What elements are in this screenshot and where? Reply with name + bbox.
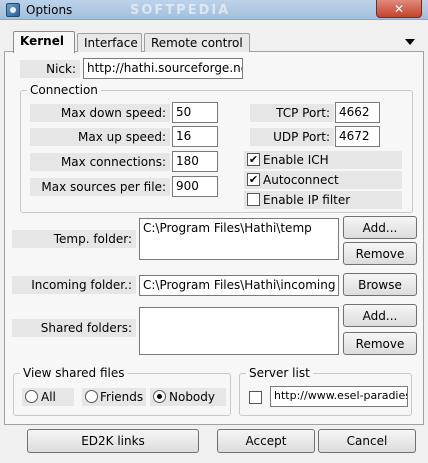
watermark-text: SOFTPEDIA (130, 3, 231, 18)
accept-button[interactable]: Accept (217, 429, 315, 453)
max-up-input[interactable]: 16 (172, 126, 218, 147)
max-sources-input[interactable]: 900 (172, 176, 218, 197)
autoconnect-label: Autoconnect (263, 173, 339, 187)
max-sources-label: Max sources per file: (30, 178, 170, 196)
temp-folder-label: Temp. folder: (12, 230, 136, 248)
shared-folders-list[interactable] (139, 307, 339, 355)
server-list-input[interactable]: http://www.esel-paradies.de (270, 386, 408, 407)
chevron-down-icon[interactable] (404, 36, 416, 48)
close-icon: ✕ (393, 1, 405, 16)
radio-all-label: All (41, 390, 56, 404)
temp-folder-input[interactable]: C:\Program Files\Hathi\temp (139, 218, 339, 260)
server-list-checkbox[interactable] (249, 391, 262, 404)
enable-ich-label: Enable ICH (263, 153, 329, 167)
nick-input[interactable]: http://hathi.sourceforge.net (83, 58, 243, 79)
udp-port-label: UDP Port: (250, 128, 334, 146)
connection-group-label: Connection (27, 83, 101, 97)
radio-all[interactable] (25, 390, 38, 403)
enable-ip-filter-checkbox[interactable] (247, 193, 260, 206)
temp-add-button[interactable]: Add... (343, 216, 417, 239)
radio-nobody-label: Nobody (169, 390, 215, 404)
max-connections-label: Max connections: (30, 153, 170, 171)
shared-remove-button[interactable]: Remove (343, 332, 417, 355)
radio-friends[interactable] (85, 390, 98, 403)
tab-kernel[interactable]: Kernel (13, 31, 75, 53)
ed2k-links-button[interactable]: ED2K links (27, 429, 199, 453)
close-button[interactable]: ✕ (376, 0, 422, 18)
enable-ip-filter-label: Enable IP filter (263, 193, 351, 207)
tab-remote-control[interactable]: Remote control (144, 33, 250, 52)
max-connections-input[interactable]: 180 (172, 151, 218, 172)
view-shared-group-label: View shared files (20, 366, 128, 380)
incoming-folder-input[interactable]: C:\Program Files\Hathi\incoming (139, 275, 339, 296)
autoconnect-checkbox[interactable]: ✔ (247, 173, 260, 186)
shared-folders-label: Shared folders: (12, 319, 136, 337)
server-list-group-label: Server list (246, 366, 313, 380)
incoming-folder-label: Incoming folder.: (12, 276, 136, 294)
tab-interface[interactable]: Interface (77, 33, 142, 52)
enable-ich-checkbox[interactable]: ✔ (247, 153, 260, 166)
max-down-input[interactable]: 50 (172, 102, 218, 123)
tcp-port-label: TCP Port: (250, 104, 334, 122)
tcp-port-input[interactable]: 4662 (335, 102, 380, 123)
incoming-browse-button[interactable]: Browse (343, 273, 417, 296)
window-title: Options (26, 3, 73, 17)
radio-friends-label: Friends (100, 390, 144, 404)
udp-port-input[interactable]: 4672 (335, 126, 380, 147)
temp-remove-button[interactable]: Remove (343, 242, 417, 265)
max-up-label: Max up speed: (30, 128, 170, 146)
radio-nobody[interactable] (153, 390, 166, 403)
app-icon (6, 3, 20, 17)
shared-add-button[interactable]: Add... (343, 304, 417, 327)
nick-label: Nick: (20, 60, 80, 78)
max-down-label: Max down speed: (30, 104, 170, 122)
cancel-button[interactable]: Cancel (318, 429, 416, 453)
